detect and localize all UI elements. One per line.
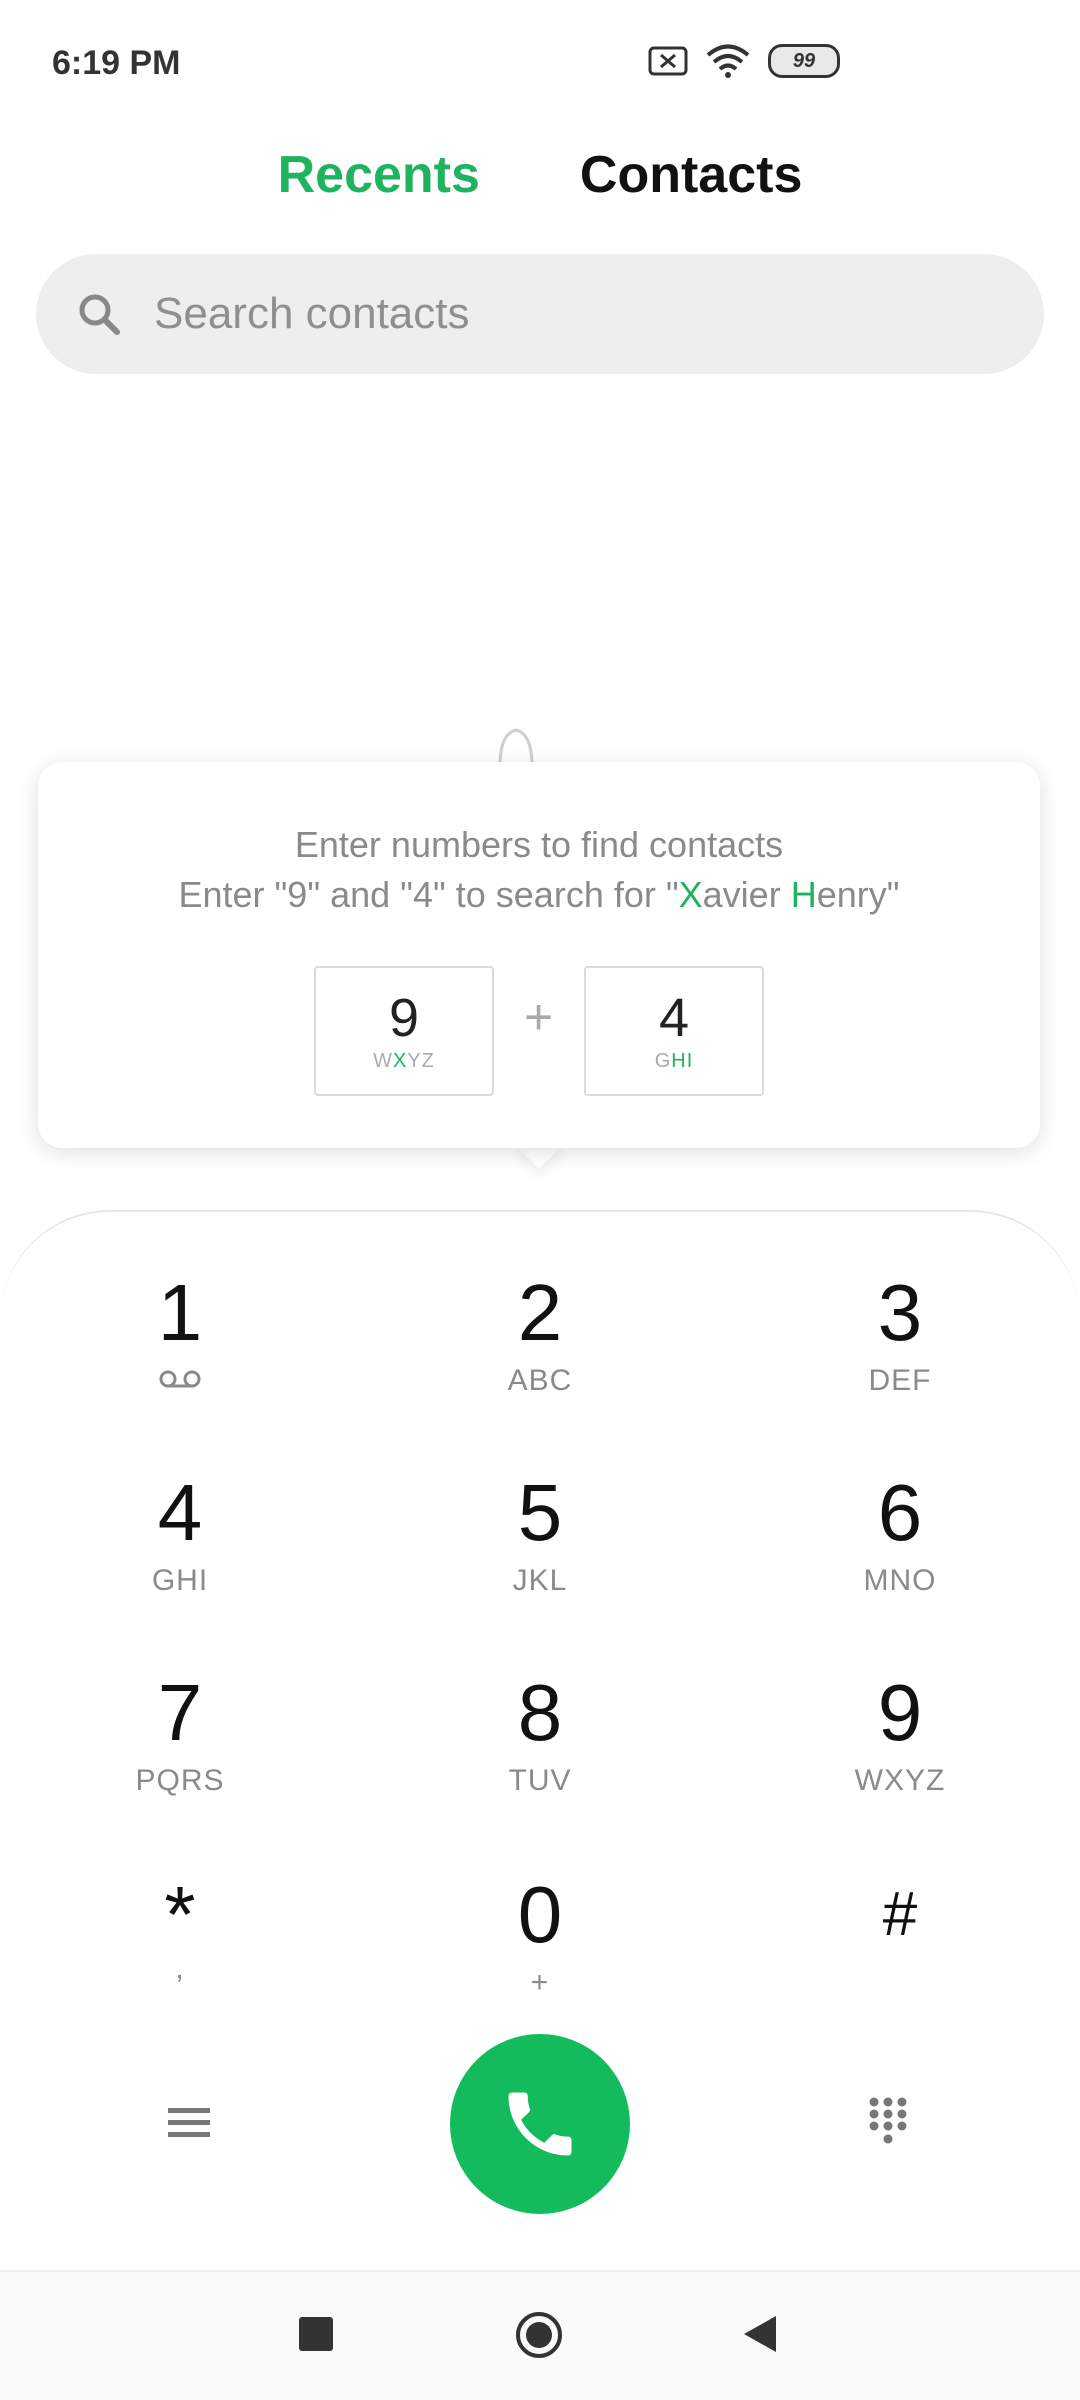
hint-key-digit: 9 (388, 987, 420, 1048)
dial-key-9[interactable]: 9 WXYZ (720, 1670, 1080, 1798)
key-letters: MNO (863, 1564, 937, 1597)
dial-key-7[interactable]: 7 PQRS (0, 1670, 360, 1798)
key-letters: + (530, 1966, 550, 1999)
hint-key-4: 4 GHI (584, 966, 764, 1096)
no-sim-icon (648, 46, 688, 76)
key-number: 0 (517, 1870, 563, 1959)
hint-card: Enter numbers to find contacts Enter "9"… (38, 762, 1040, 1148)
dial-key-3[interactable]: 3 DEF (720, 1270, 1080, 1398)
hint-key-digit: 4 (658, 987, 690, 1048)
key-number: 2 (517, 1268, 563, 1357)
key-letters: ABC (507, 1364, 573, 1397)
key-number: 6 (877, 1468, 923, 1557)
call-icon (508, 2092, 572, 2156)
home-circle-icon[interactable] (514, 2310, 564, 2360)
tab-recents[interactable]: Recents (278, 145, 480, 205)
dial-key-star[interactable]: * , (0, 1872, 360, 1986)
system-nav-bar (0, 2272, 1080, 2400)
key-number: 1 (157, 1268, 203, 1357)
hint-text: Enter "9" and "4" to search for " (178, 874, 679, 915)
hint-plus: + (524, 989, 554, 1045)
hint-key-letters: GHI (654, 1049, 694, 1072)
key-letters: , (175, 1952, 185, 1985)
tab-bar: Recents Contacts (0, 145, 1080, 205)
key-letters: PQRS (135, 1764, 225, 1797)
hint-text: avier (702, 874, 791, 915)
dial-key-hash[interactable]: # (720, 1872, 1080, 1966)
search-input[interactable] (152, 288, 976, 340)
battery-icon: 99 (768, 44, 840, 78)
dial-key-4[interactable]: 4 GHI (0, 1470, 360, 1598)
hint-key-9: 9 WXYZ (314, 966, 494, 1096)
menu-icon[interactable] (166, 2100, 212, 2146)
key-number: 9 (877, 1668, 923, 1757)
key-number: * (164, 1870, 196, 1959)
hint-line-1: Enter numbers to find contacts (294, 824, 784, 865)
search-icon (79, 294, 120, 335)
key-number: # (882, 1880, 918, 1949)
key-number: 8 (517, 1668, 563, 1757)
wifi-icon (706, 44, 750, 78)
key-letters: DEF (868, 1364, 932, 1397)
hint-highlight: H (790, 874, 817, 915)
dialpad-icon[interactable] (866, 2094, 910, 2150)
dial-key-2[interactable]: 2 ABC (360, 1270, 720, 1398)
back-triangle-icon[interactable] (740, 2314, 780, 2354)
dial-key-1[interactable]: 1 (0, 1270, 360, 1398)
key-number: 7 (157, 1668, 203, 1757)
recents-square-icon[interactable] (298, 2316, 334, 2352)
key-letters: JKL (512, 1564, 568, 1597)
hint-key-letters: WXYZ (373, 1049, 435, 1072)
hint-text: enry" (816, 874, 900, 915)
voicemail-icon (0, 1364, 360, 1398)
key-letters: WXYZ (854, 1764, 946, 1797)
tab-contacts[interactable]: Contacts (580, 145, 802, 205)
key-number: 5 (517, 1468, 563, 1557)
key-letters: GHI (151, 1564, 209, 1597)
dial-key-6[interactable]: 6 MNO (720, 1470, 1080, 1598)
call-button[interactable] (450, 2034, 630, 2214)
key-number: 3 (877, 1268, 923, 1357)
dial-key-5[interactable]: 5 JKL (360, 1470, 720, 1598)
dial-key-8[interactable]: 8 TUV (360, 1670, 720, 1798)
search-bar[interactable] (36, 254, 1044, 374)
hint-highlight: X (678, 874, 703, 915)
status-time: 6:19 PM (52, 44, 181, 82)
status-icons: 99 (648, 44, 840, 78)
hint-line-2: Enter "9" and "4" to search for "Xavier … (38, 874, 1040, 916)
key-number: 4 (157, 1468, 203, 1557)
key-letters: TUV (508, 1764, 572, 1797)
dial-key-0[interactable]: 0 + (360, 1872, 720, 2000)
